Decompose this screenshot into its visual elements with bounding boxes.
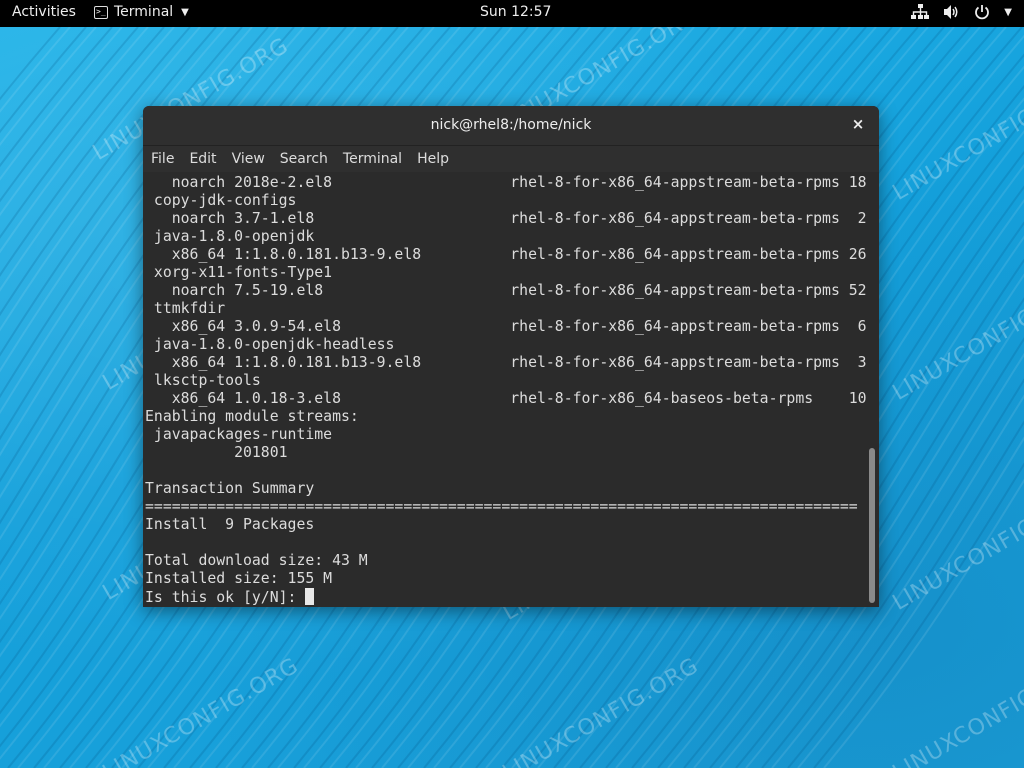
system-tray[interactable]: ▼ [911, 4, 1012, 20]
terminal-line: noarch 2018e-2.el8 rhel-8-for-x86_64-app… [145, 174, 879, 191]
app-menu[interactable]: >_ Terminal ▼ [94, 4, 189, 20]
app-menu-label: Terminal [114, 4, 174, 20]
menu-help[interactable]: Help [417, 151, 449, 167]
terminal-line: Transaction Summary [145, 480, 315, 497]
chevron-down-icon: ▼ [1004, 6, 1012, 18]
terminal-line: x86_64 1:1.8.0.181.b13-9.el8 rhel-8-for-… [145, 354, 879, 371]
network-icon [911, 4, 930, 20]
terminal-line: ========================================… [145, 498, 858, 515]
menu-bar: File Edit View Search Terminal Help [143, 146, 879, 172]
window-title: nick@rhel8:/home/nick [430, 117, 592, 133]
volume-icon [943, 4, 960, 20]
text-cursor [305, 588, 315, 605]
terminal-line: ttmkfdir [145, 300, 226, 317]
terminal-line: javapackages-runtime [145, 426, 333, 443]
power-icon [974, 4, 990, 20]
terminal-line: Enabling module streams: [145, 408, 359, 425]
activities-button[interactable]: Activities [12, 4, 76, 20]
terminal-line: java-1.8.0-openjdk [145, 228, 315, 245]
terminal-line: xorg-x11-fonts-Type1 [145, 264, 333, 281]
close-button[interactable]: × [849, 115, 867, 133]
terminal-line: x86_64 1:1.8.0.181.b13-9.el8 rhel-8-for-… [145, 246, 879, 263]
clock[interactable]: Sun 12:57 [480, 4, 551, 20]
terminal-line: lksctp-tools [145, 372, 261, 389]
terminal-line: x86_64 1.0.18-3.el8 rhel-8-for-x86_64-ba… [145, 390, 879, 407]
terminal-line: noarch 7.5-19.el8 rhel-8-for-x86_64-apps… [145, 282, 879, 299]
terminal-line: noarch 3.7-1.el8 rhel-8-for-x86_64-appst… [145, 210, 879, 227]
scrollbar[interactable] [867, 172, 877, 607]
terminal-line: x86_64 3.0.9-54.el8 rhel-8-for-x86_64-ap… [145, 318, 879, 335]
terminal-line: copy-jdk-configs [145, 192, 297, 209]
menu-terminal[interactable]: Terminal [343, 151, 402, 167]
menu-search[interactable]: Search [280, 151, 328, 167]
menu-view[interactable]: View [232, 151, 265, 167]
terminal-line: Installed size: 155 M [145, 570, 333, 587]
terminal-line: Install 9 Packages [145, 516, 315, 533]
prompt-text: Is this ok [y/N]: [145, 589, 306, 606]
top-bar: Activities >_ Terminal ▼ Sun 12:57 ▼ [0, 0, 1024, 27]
menu-file[interactable]: File [151, 151, 174, 167]
terminal-line: 201801 [145, 444, 288, 461]
chevron-down-icon: ▼ [181, 6, 189, 18]
terminal-output[interactable]: noarch 2018e-2.el8 rhel-8-for-x86_64-app… [143, 172, 879, 607]
terminal-line: java-1.8.0-openjdk-headless [145, 336, 395, 353]
title-bar[interactable]: nick@rhel8:/home/nick × [143, 106, 879, 146]
prompt-line[interactable]: Is this ok [y/N]: [145, 588, 867, 606]
terminal-window: nick@rhel8:/home/nick × File Edit View S… [143, 106, 879, 607]
terminal-app-icon: >_ [94, 5, 108, 19]
menu-edit[interactable]: Edit [189, 151, 216, 167]
scrollbar-thumb[interactable] [869, 448, 875, 603]
terminal-line: Total download size: 43 M [145, 552, 368, 569]
